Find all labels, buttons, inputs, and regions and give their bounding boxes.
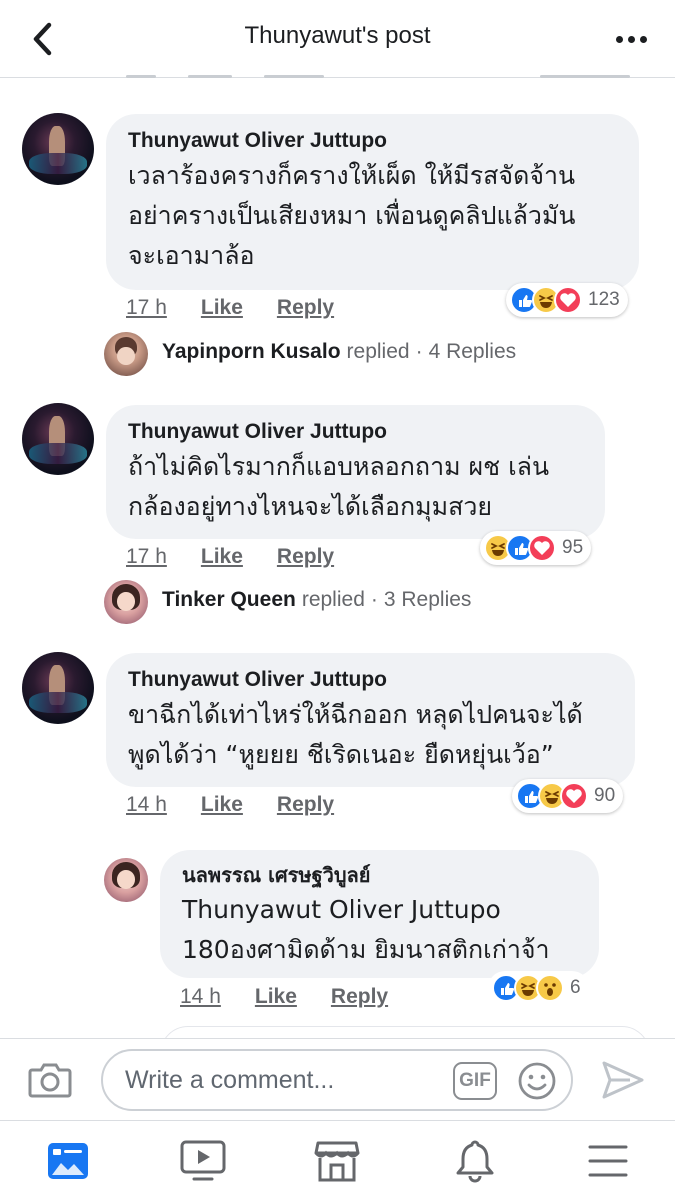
hamburger-menu-icon (588, 1145, 628, 1177)
love-reaction-icon (528, 534, 556, 562)
smiley-icon (518, 1062, 556, 1100)
reaction-summary[interactable]: 123 (506, 283, 628, 317)
tab-watch[interactable] (178, 1137, 228, 1185)
clipped-previous-comment (0, 66, 675, 80)
comment-text-line: จะเอามาล้อ (128, 241, 255, 270)
comment-actions: 17 h Like Reply (126, 545, 334, 569)
camera-button[interactable] (28, 1061, 74, 1101)
reply-button[interactable]: Reply (277, 793, 334, 817)
more-options-button[interactable] (609, 24, 653, 54)
comment-text-line: ขาฉีกได้เท่าไหร่ให้ฉีกออก หลุดไปคนจะได้ (128, 700, 583, 729)
commenter-avatar[interactable] (22, 403, 94, 475)
replier-avatar[interactable] (104, 580, 148, 624)
reply-bubble: นลพรรณ เศรษฐวิบูลย์ Thunyawut Oliver Jut… (160, 850, 599, 978)
love-reaction-icon (560, 782, 588, 810)
top-nav-bar: Thunyawut's post (0, 0, 675, 78)
emoji-button[interactable] (517, 1061, 557, 1101)
comment-actions: 17 h Like Reply (126, 296, 334, 320)
comment-actions: 14 h Like Reply (126, 793, 334, 817)
more-dot-icon (615, 35, 623, 43)
tab-menu[interactable] (583, 1137, 633, 1185)
reply-button[interactable]: Reply (331, 985, 388, 1009)
like-button[interactable]: Like (201, 793, 243, 817)
like-button[interactable]: Like (201, 296, 243, 320)
bell-icon (456, 1140, 494, 1183)
reply-author[interactable]: นลพรรณ เศรษฐวิบูลย์ (182, 860, 577, 890)
gif-button[interactable]: GIF (453, 1062, 497, 1100)
news-feed-icon (48, 1143, 88, 1179)
reaction-count: 6 (570, 977, 581, 998)
comment-author[interactable]: Thunyawut Oliver Juttupo (128, 417, 583, 447)
send-icon (602, 1061, 644, 1099)
bottom-tab-bar (0, 1120, 675, 1200)
replier-name: Tinker Queen (162, 588, 296, 611)
like-button[interactable]: Like (201, 545, 243, 569)
tab-news-feed[interactable] (43, 1137, 93, 1185)
reaction-count: 90 (594, 785, 616, 806)
send-button[interactable] (600, 1059, 646, 1103)
reaction-count: 123 (588, 289, 620, 310)
love-reaction-icon (554, 286, 582, 314)
reaction-summary[interactable]: 95 (480, 531, 592, 565)
separator-dot: · (415, 340, 423, 363)
reply-button[interactable]: Reply (277, 545, 334, 569)
watch-video-icon (180, 1140, 226, 1181)
view-replies-link[interactable]: Tinker Queen replied · 3 Replies (162, 588, 471, 612)
reply-text-line: 180องศามิดด้าม ยิมนาสติกเก่าจ้า (182, 935, 550, 964)
comment-author[interactable]: Thunyawut Oliver Juttupo (128, 126, 617, 156)
tab-marketplace[interactable] (312, 1137, 362, 1185)
comment-text-line: อย่าครางเป็นเสียงหมา เพื่อนดูคลิปแล้วมัน (128, 201, 576, 230)
comment-bubble: Thunyawut Oliver Juttupo ขาฉีกได้เท่าไหร… (106, 653, 635, 787)
tab-notifications[interactable] (450, 1137, 500, 1185)
wow-reaction-icon (536, 974, 564, 1002)
like-button[interactable]: Like (255, 985, 297, 1009)
commenter-avatar[interactable] (22, 113, 94, 185)
comment-text-line: เวลาร้องครางก็ครางให้เผ็ด ให้มีรสจัดจ้าน (128, 161, 576, 190)
comment-author[interactable]: Thunyawut Oliver Juttupo (128, 665, 613, 695)
reply-count: 4 Replies (428, 340, 517, 363)
comment-composer: Write a comment... GIF (0, 1038, 675, 1120)
replier-avatar[interactable] (104, 332, 148, 376)
comment-timestamp[interactable]: 17 h (126, 296, 167, 320)
reaction-summary[interactable]: 90 (512, 779, 624, 813)
page-title: Thunyawut's post (244, 22, 431, 49)
replied-verb: replied (301, 588, 365, 611)
marketplace-shop-icon (314, 1141, 360, 1182)
reaction-summary[interactable]: 6 (488, 971, 589, 1005)
comment-input[interactable]: Write a comment... GIF (101, 1049, 573, 1111)
replied-verb: replied (346, 340, 410, 363)
comment-bubble: Thunyawut Oliver Juttupo ถ้าไม่คิดไรมากก… (106, 405, 605, 539)
more-dot-icon (639, 35, 647, 43)
reply-timestamp[interactable]: 14 h (180, 985, 221, 1009)
commenter-avatar[interactable] (22, 652, 94, 724)
comment-timestamp[interactable]: 14 h (126, 793, 167, 817)
view-replies-link[interactable]: Yapinporn Kusalo replied · 4 Replies (162, 340, 516, 364)
reaction-count: 95 (562, 537, 584, 558)
comment-timestamp[interactable]: 17 h (126, 545, 167, 569)
comment-bubble: Thunyawut Oliver Juttupo เวลาร้องครางก็ค… (106, 114, 639, 290)
reply-text-line: Thunyawut Oliver Juttupo (182, 895, 501, 924)
reply-button[interactable]: Reply (277, 296, 334, 320)
separator-dot: · (370, 588, 378, 611)
reply-actions: 14 h Like Reply (180, 985, 388, 1009)
camera-icon (28, 1063, 72, 1098)
comment-text-line: ถ้าไม่คิดไรมากก็แอบหลอกถาม ผช เล่น (128, 452, 550, 481)
comment-text-line: พูดได้ว่า “หูยยย ชีเริดเนอะ ยืดหยุ่นเว้อ… (128, 740, 554, 769)
replier-name: Yapinporn Kusalo (162, 340, 341, 363)
comment-text-line: กล้องอยู่ทางไหนจะได้เลือกมุมสวย (128, 492, 493, 521)
reply-count: 3 Replies (383, 588, 472, 611)
comment-placeholder: Write a comment... (125, 1066, 335, 1094)
reply-author-avatar[interactable] (104, 858, 148, 902)
more-dot-icon (627, 35, 635, 43)
